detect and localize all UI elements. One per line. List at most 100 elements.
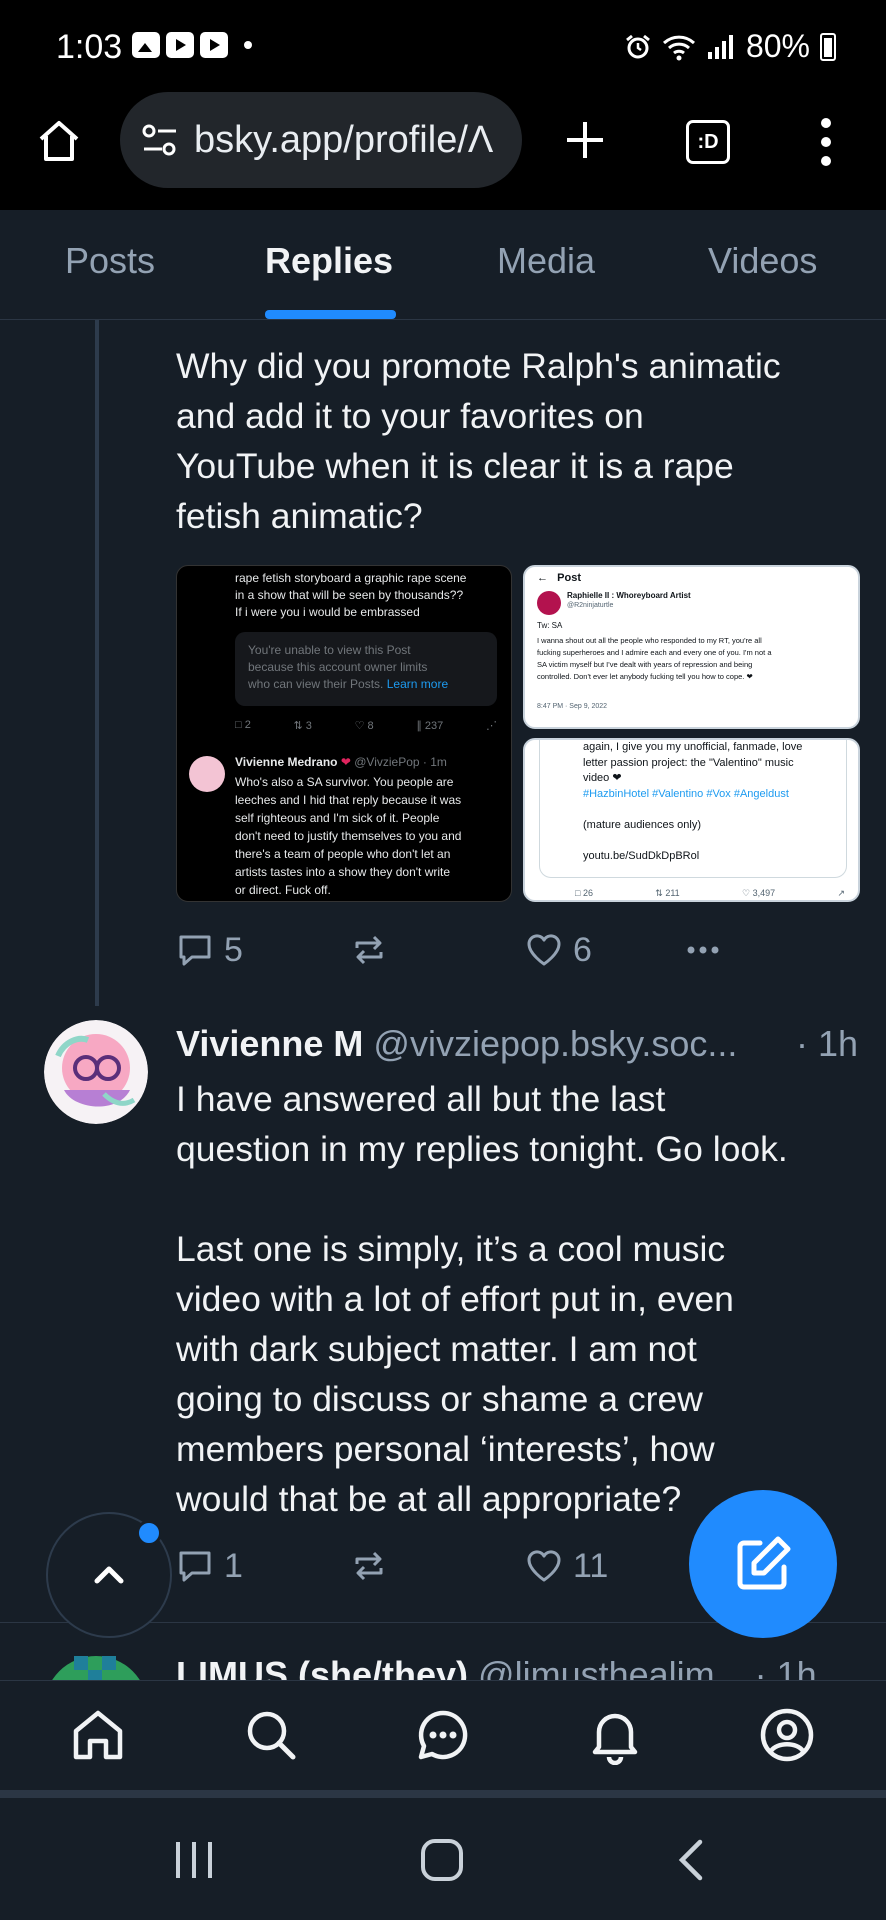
profile-tabs: Posts Replies Media Videos bbox=[0, 210, 886, 320]
image-text: artists tastes into a show they don't wr… bbox=[235, 865, 451, 879]
alarm-icon bbox=[626, 34, 650, 58]
like-count: 6 bbox=[573, 930, 592, 969]
profile-icon[interactable] bbox=[757, 1705, 817, 1765]
youtube-notification-icon bbox=[200, 32, 228, 58]
post-text-line bbox=[176, 1174, 856, 1224]
tab-media[interactable]: Media bbox=[497, 240, 595, 282]
image-stats-row: □ 2 ⇅ 3 ♡ 8 ∥ 237 ⋰ bbox=[235, 719, 497, 732]
tab-videos[interactable]: Videos bbox=[708, 240, 817, 282]
post-text-line: question in my replies tonight. Go look. bbox=[176, 1129, 788, 1169]
post-text-line: Why did you promote Ralph's animatic bbox=[176, 346, 781, 386]
system-navigation-bar bbox=[0, 1798, 886, 1920]
home-icon[interactable] bbox=[68, 1705, 128, 1765]
reply-avatar bbox=[189, 756, 225, 792]
recent-apps-icon[interactable] bbox=[170, 1838, 218, 1882]
image-stats-row: □ 26 ⇅ 211 ♡ 3,497 ↗ bbox=[575, 888, 845, 898]
post-image-screenshot-2[interactable]: ← Post Raphielle II : Whoreyboard Artist… bbox=[523, 565, 860, 729]
back-icon[interactable] bbox=[670, 1836, 714, 1884]
image-text: Who's also a SA survivor. You people are bbox=[235, 775, 454, 789]
image-text: If i were you i would be embrassed bbox=[235, 605, 420, 619]
post-text-line: with dark subject matter. I am not bbox=[176, 1329, 697, 1369]
compose-icon bbox=[737, 1536, 791, 1590]
post-text-line: members personal ‘interests’, how bbox=[176, 1429, 715, 1469]
tab-replies[interactable]: Replies bbox=[265, 240, 393, 282]
post-text-line: going to discuss or shame a crew bbox=[176, 1379, 703, 1419]
active-tab-indicator bbox=[265, 310, 396, 319]
new-tab-icon[interactable] bbox=[563, 118, 607, 162]
browser-menu-icon[interactable] bbox=[818, 118, 834, 166]
home-icon[interactable] bbox=[36, 118, 82, 164]
search-icon[interactable] bbox=[241, 1705, 301, 1765]
url-text: bsky.app/profile/Λ bbox=[194, 118, 494, 161]
like-button[interactable]: 6 bbox=[525, 931, 592, 970]
nav-divider bbox=[0, 1790, 886, 1798]
youtube-notification-icon bbox=[166, 32, 194, 58]
bell-icon[interactable] bbox=[585, 1705, 645, 1765]
status-bar: 1:03 80% bbox=[0, 0, 886, 92]
post-image-screenshot-1[interactable]: rape fetish storyboard a graphic rape sc… bbox=[176, 565, 512, 902]
chevron-up-icon bbox=[94, 1566, 124, 1584]
signal-icon bbox=[707, 34, 733, 59]
repost-button[interactable] bbox=[350, 1547, 388, 1585]
compose-post-button[interactable] bbox=[689, 1490, 837, 1638]
heart-icon bbox=[527, 1550, 561, 1582]
reply-button[interactable]: 5 bbox=[176, 931, 243, 970]
image-avatar bbox=[537, 591, 561, 615]
site-settings-icon[interactable] bbox=[140, 122, 180, 158]
tab-posts[interactable]: Posts bbox=[65, 240, 155, 282]
image-text: or direct. Fuck off. bbox=[235, 883, 331, 897]
new-posts-indicator bbox=[136, 1520, 162, 1546]
thread-connector-line bbox=[95, 320, 99, 1006]
more-notifications-dot-icon bbox=[244, 41, 252, 49]
address-bar[interactable]: bsky.app/profile/Λ bbox=[120, 92, 522, 188]
image-text: self righteous and I'm sick of it. Peopl… bbox=[235, 811, 440, 825]
post-timestamp: · 1h bbox=[795, 1023, 858, 1064]
like-button[interactable]: 11 bbox=[525, 1547, 608, 1586]
gallery-notification-icon bbox=[132, 32, 160, 58]
more-horizontal-icon bbox=[687, 946, 719, 954]
browser-toolbar: bsky.app/profile/Λ :D bbox=[0, 92, 886, 210]
tab-switcher-button[interactable]: :D bbox=[686, 120, 730, 164]
reply-icon bbox=[179, 1551, 211, 1582]
reply-icon bbox=[179, 935, 211, 966]
author-handle[interactable]: @vivziepop.bsky.soc... bbox=[373, 1023, 737, 1064]
system-status: 80% bbox=[624, 28, 836, 65]
repost-button[interactable] bbox=[350, 931, 388, 969]
more-options-button[interactable] bbox=[684, 931, 722, 969]
post-text-line: Last one is simply, it’s a cool music bbox=[176, 1229, 726, 1269]
wifi-icon bbox=[662, 35, 695, 60]
tab-switcher-label: :D bbox=[697, 130, 719, 153]
post-text-line: YouTube when it is clear it is a rape bbox=[176, 446, 734, 486]
avatar-image bbox=[44, 1020, 148, 1124]
author-name[interactable]: Vivienne M bbox=[176, 1023, 363, 1064]
notification-icons bbox=[132, 32, 252, 58]
battery-charging-icon bbox=[820, 32, 836, 61]
like-count: 11 bbox=[573, 1546, 609, 1585]
reply-button[interactable]: 1 bbox=[176, 1547, 243, 1586]
image-text: don't need to justify themselves to you … bbox=[235, 829, 462, 843]
chat-icon[interactable] bbox=[413, 1705, 473, 1765]
image-text: there's a team of people who don't let a… bbox=[235, 847, 451, 861]
post-author[interactable]: Vivienne M @vivziepop.bsky.soc... bbox=[176, 1023, 737, 1065]
next-post-author[interactable]: LIMUS (she/they) @limusthealim... · 1h bbox=[176, 1654, 817, 1682]
post-text-line: video with a lot of effort put in, even bbox=[176, 1279, 734, 1319]
author-name[interactable]: LIMUS (she/they) bbox=[176, 1654, 468, 1682]
post-image-screenshot-3[interactable]: again, I give you my unofficial, fanmade… bbox=[523, 738, 860, 902]
image-text: in a show that will be seen by thousands… bbox=[235, 588, 464, 602]
battery-percent: 80% bbox=[745, 28, 810, 64]
status-time: 1:03 bbox=[56, 28, 123, 66]
post-timestamp: · 1h bbox=[754, 1654, 817, 1682]
reply-post-actions: 1 11 bbox=[176, 1544, 776, 1588]
reply-count: 1 bbox=[224, 1546, 243, 1585]
bottom-navigation bbox=[0, 1680, 886, 1790]
hidden-post-notice: You're unable to view this Post because … bbox=[235, 632, 497, 706]
reply-count: 5 bbox=[224, 930, 243, 969]
author-handle[interactable]: @limusthealim... bbox=[478, 1654, 745, 1682]
repost-icon bbox=[355, 1551, 383, 1581]
author-avatar[interactable] bbox=[44, 1020, 148, 1124]
image-text: rape fetish storyboard a graphic rape sc… bbox=[235, 571, 467, 585]
post-text-line: fetish animatic? bbox=[176, 496, 423, 536]
parent-post-actions: 5 6 bbox=[176, 928, 776, 972]
parent-post-text: Why did you promote Ralph's animatic and… bbox=[176, 341, 856, 541]
home-button-icon[interactable] bbox=[418, 1836, 466, 1884]
